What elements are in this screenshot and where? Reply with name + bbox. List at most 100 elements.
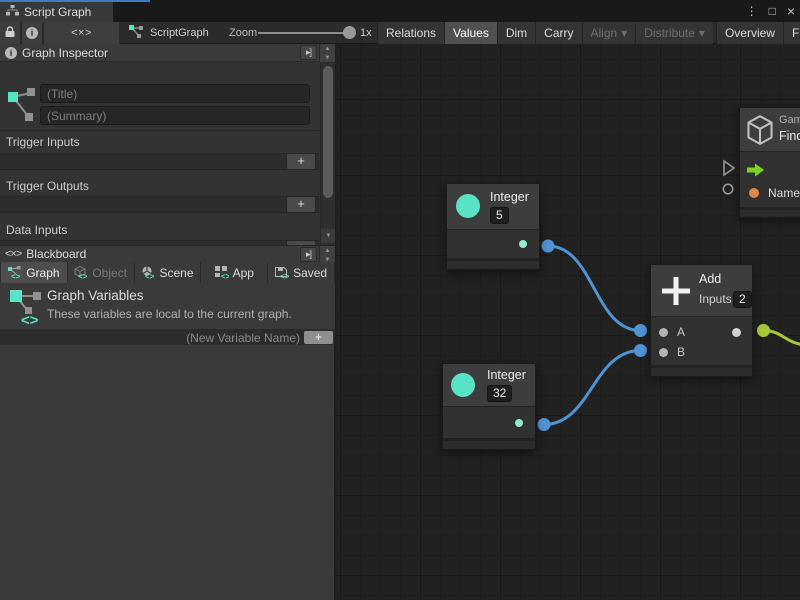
trigger-inputs-label: Trigger Inputs [6,135,80,149]
node-title: Find [779,129,800,143]
overview-button[interactable]: Overview [716,22,783,44]
inspector-scrollbar: ▼ [320,62,335,245]
carry-button[interactable]: Carry [535,22,581,44]
info-icon: i [26,27,38,39]
output-port[interactable] [515,419,523,427]
connection-endpoint[interactable] [542,240,555,253]
toolbar-buttons: Relations Values Dim Carry Align▾ Distri… [377,22,800,44]
divider [0,130,319,131]
tab-saved[interactable]: <> Saved [268,262,334,283]
tab-title: Script Graph [24,5,91,19]
flow-port-triangle[interactable] [721,159,737,177]
panel-title: Blackboard [26,247,86,261]
align-dropdown[interactable]: Align▾ [582,22,636,44]
graph-breadcrumb[interactable]: ScriptGraph [129,22,209,44]
output-port[interactable] [519,240,527,248]
values-button[interactable]: Values [444,22,497,44]
inspect-button[interactable]: i [22,22,43,44]
node-gameobject-find[interactable]: GameObject Find Name [739,107,800,218]
output-port[interactable] [732,328,741,337]
dock-icon[interactable]: ▸] [300,247,317,262]
scrollbar-thumb[interactable] [323,66,333,198]
edge-integer32-to-add-b[interactable] [544,351,641,425]
integer-value-field[interactable]: 32 [487,385,512,402]
scroll-down-icon[interactable]: ▼ [319,53,335,62]
graph-variables-heading: Graph Variables [47,288,144,303]
dim-button[interactable]: Dim [497,22,535,44]
scroll-up-icon[interactable]: ▲ [319,44,335,53]
tab-graph[interactable]: <> Graph [1,262,67,283]
node-footer [740,207,800,217]
add-trigger-input-button[interactable]: + [286,153,316,170]
graph-canvas[interactable]: Integer 5 Integer 32 [335,44,800,600]
inputs-label: Inputs [699,292,732,306]
node-integer-5[interactable]: Integer 5 [446,183,540,270]
trigger-inputs-list [0,153,319,170]
info-icon: i [5,47,17,59]
name-input-port[interactable] [749,188,759,198]
graph-summary-input[interactable] [40,106,310,125]
trigger-outputs-label: Trigger Outputs [6,179,89,193]
scroll-up-icon[interactable]: ▲ [319,246,335,255]
graph-variables-icon: <> [8,287,44,330]
edge-integer5-to-add-a[interactable] [548,246,641,331]
add-variable-button[interactable]: + [304,331,333,344]
new-variable-input[interactable] [0,330,300,345]
trigger-outputs-list [0,196,319,213]
integer-type-icon [451,373,475,397]
graph-inspector-content: Trigger Inputs + Trigger Outputs + Data … [0,62,335,245]
blackboard-tabs: <> Graph <> Object <> Scene <> App <> Sa… [0,262,335,283]
node-title: Add [699,272,721,286]
panel-title: Graph Inspector [22,46,108,60]
integer-type-icon [456,194,480,218]
maximize-icon[interactable]: □ [769,4,776,18]
close-icon[interactable]: × [787,3,795,19]
relations-button[interactable]: Relations [377,22,444,44]
connection-endpoint[interactable] [634,344,647,357]
connection-endpoint[interactable] [757,324,770,337]
tab-app[interactable]: <> App [201,262,267,283]
distribute-dropdown[interactable]: Distribute▾ [635,22,713,44]
code-preview-button[interactable]: <×> [44,22,120,44]
svg-text:<>: <> [21,312,39,327]
window-tab-bar: Script Graph ⋮ □ × [0,0,800,22]
zoom-value: 1x [360,22,372,44]
tab-scene[interactable]: <> Scene [135,262,201,283]
input-port-b[interactable] [659,348,668,357]
add-trigger-output-button[interactable]: + [286,196,316,213]
graph-tab-icon: <> [8,266,22,279]
node-add[interactable]: Add Inputs 2 A B [650,264,753,377]
window-controls: ⋮ □ × [746,0,795,22]
connection-endpoint[interactable] [538,418,551,431]
lock-button[interactable] [0,22,21,44]
value-port-circle[interactable] [721,182,735,196]
node-integer-32[interactable]: Integer 32 [442,363,536,450]
chevron-down-icon: ▾ [621,26,627,40]
svg-text:<>: <> [221,272,229,279]
add-icon [659,274,693,311]
data-inputs-label: Data Inputs [6,223,67,237]
tab-object[interactable]: <> Object [68,262,134,283]
zoom-slider-knob[interactable] [343,26,356,39]
new-variable-row: + [0,330,335,345]
full-screen-button[interactable]: Full Screen [783,22,800,44]
script-graph-icon [129,25,144,41]
inputs-count-field[interactable]: 2 [733,291,752,308]
tab-script-graph[interactable]: Script Graph [0,2,113,22]
svg-text:<>: <> [78,272,88,279]
integer-value-field[interactable]: 5 [490,207,509,224]
input-port-a[interactable] [659,328,668,337]
dock-icon[interactable]: ▸] [300,45,317,60]
zoom-label: Zoom [229,22,257,44]
scrollbar-down-icon[interactable]: ▼ [321,229,336,243]
connection-endpoint[interactable] [634,324,647,337]
node-body [443,406,535,438]
node-title: Integer [487,368,526,382]
flow-arrow-icon[interactable] [747,163,765,180]
edge-add-output[interactable] [764,331,800,346]
graph-title-input[interactable] [40,84,310,103]
node-header: Integer 5 [447,184,539,229]
window-menu-icon[interactable]: ⋮ [746,4,758,18]
zoom-slider-track[interactable] [258,32,352,34]
graph-inspector-header: i Graph Inspector ▸] ▲ ▼ [0,44,335,62]
